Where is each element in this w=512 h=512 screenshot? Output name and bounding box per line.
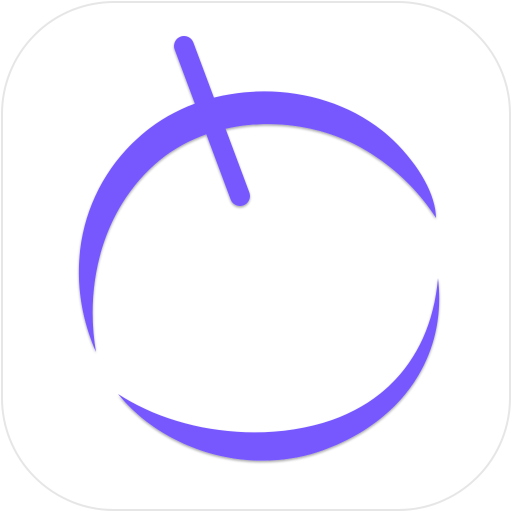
icon-canvas (0, 0, 512, 512)
app-icon[interactable] (0, 0, 512, 512)
